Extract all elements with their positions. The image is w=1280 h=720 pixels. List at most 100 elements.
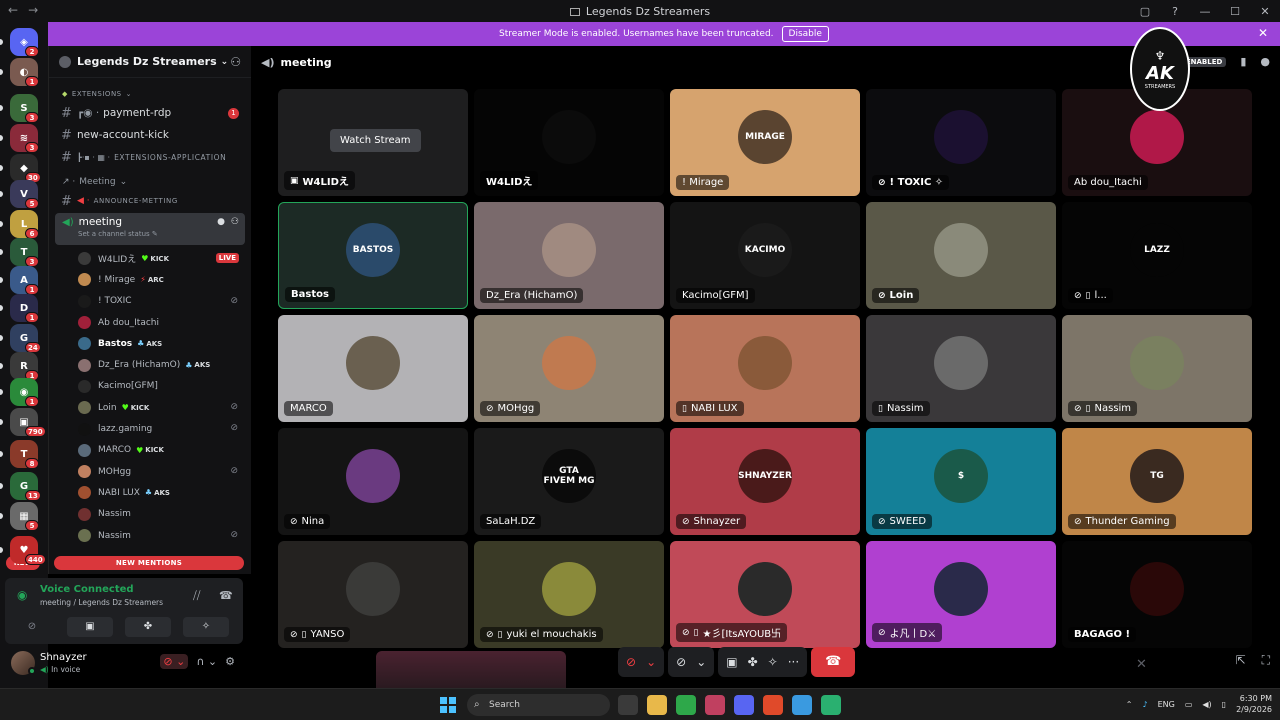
guild-header[interactable]: Legends Dz Streamers ⌄ ⚇ [49,46,251,78]
fullscreen-icon[interactable]: ⛶ [1262,653,1270,668]
participant-tile[interactable]: LAZZ ⊘ ▯ l... [1062,202,1252,309]
mic-muted-icon[interactable]: ⊘ ⌄ [160,654,189,669]
language-indicator[interactable]: ENG [1158,700,1175,709]
participant-tile[interactable]: ⊘ ▯ Nassim [1062,315,1252,422]
voice-user[interactable]: Ab dou_Itachi [49,312,251,333]
disconnect-icon[interactable]: ☎ [219,589,233,602]
discord-icon[interactable] [734,695,754,715]
voice-location[interactable]: meeting / Legends Dz Streamers [40,598,163,607]
settings-gear-icon[interactable]: ⚙ [225,655,235,668]
new-mentions-button[interactable]: NEW MENTIONS [54,556,244,570]
voice-user[interactable]: Dz_Era (HichamO) ♣ AKS [49,354,251,375]
taskbar-search[interactable]: ⌕ Search [467,694,610,716]
voice-user[interactable]: W4LIDえ ♥ KICK LIVE [49,248,251,269]
mic-muted-icon[interactable]: ⊘ [626,655,636,669]
participant-tile[interactable]: Watch Stream ▣ W4LIDえ [278,89,468,196]
soundboard-button[interactable]: ✧ [183,617,229,637]
more-icon[interactable]: ··· [788,655,799,669]
participant-tile[interactable]: Dz_Era (HichamO) [474,202,664,309]
username[interactable]: Shnayzer [40,652,87,663]
voice-channel-meeting[interactable]: ◀) meeting Set a channel status ✎ ● ⚇ [55,213,245,245]
participant-tile[interactable]: BASTOS Bastos [278,202,468,309]
volume-icon[interactable]: ◀) [1202,700,1211,709]
voice-user[interactable]: Kacimo[GFM] [49,376,251,397]
screen-share-icon[interactable]: ▣ [726,655,737,669]
xbox-icon[interactable] [676,695,696,715]
chrome-icon[interactable] [792,695,812,715]
participant-tile[interactable]: ⊘ Loin [866,202,1056,309]
headphones-icon[interactable]: ∩ ⌄ [196,655,217,668]
network-icon[interactable]: ▭ [1185,700,1193,709]
participant-tile[interactable]: ⊘ Nina [278,428,468,535]
participant-tile[interactable]: ⊘ ▯ ★彡[ItsAYOUB卐 [670,541,860,648]
popout-icon[interactable]: ⇱ [1236,653,1246,668]
participant-tile[interactable]: ▯ NABI LUX [670,315,860,422]
chat-icon[interactable]: ● [217,217,225,227]
channel-payment-rdp[interactable]: # ┏◉ · payment-rdp 1 [49,102,251,124]
participant-tile[interactable]: ⊘ MOHgg [474,315,664,422]
disconnect-button[interactable]: ☎ [811,647,856,677]
chevron-up-icon[interactable]: ⌃ [1126,700,1133,709]
brave-icon[interactable] [763,695,783,715]
participant-tile[interactable]: ⊘ ▯ YANSO [278,541,468,648]
signal-icon[interactable]: ◉ [17,588,27,602]
voice-user[interactable]: lazz.gaming ⊘ [49,418,251,439]
chevron-down-icon[interactable]: ⌄ [696,655,706,669]
camera-off-icon[interactable]: ⊘ [676,655,686,669]
category-meeting[interactable]: ↗ · Meeting ⌄ [49,174,251,190]
participant-tile[interactable]: BAGAGO ! [1062,541,1252,648]
participant-tile[interactable]: $ ⊘ SWEED [866,428,1056,535]
voice-user[interactable]: Bastos ♣ AKS [49,333,251,354]
add-user-icon[interactable]: ⚇ [231,217,239,227]
microphone-icon[interactable]: ♪ [1142,700,1147,709]
channel-new-account-kick[interactable]: # new-account-kick [49,124,251,146]
minimize-button[interactable]: — [1190,5,1220,18]
screen-share-button[interactable]: ▣ [67,617,113,637]
clock[interactable]: 6:30 PM 2/9/2026 [1236,693,1272,715]
noise-suppression-icon[interactable]: ⧸⧸ [193,589,200,603]
participant-tile[interactable]: KACIMO Kacimo[GFM] [670,202,860,309]
participant-tile[interactable]: W4LIDえ [474,89,664,196]
inbox-icon[interactable]: ▢ [1130,5,1160,18]
chat-bubble-icon[interactable]: ● [1260,55,1270,68]
activities-button[interactable]: ✤ [125,617,171,637]
file-explorer-icon[interactable] [647,695,667,715]
participant-tile[interactable]: MIRAGE ! Mirage [670,89,860,196]
participant-tile[interactable]: MARCO [278,315,468,422]
participant-tile[interactable]: ⊘ ▯ yuki el mouchakis [474,541,664,648]
app-icon[interactable] [821,695,841,715]
windows-start-icon[interactable] [440,697,456,713]
task-view-icon[interactable] [618,695,638,715]
camera-button[interactable]: ⊘ [9,617,55,637]
activities-icon[interactable]: ✤ [748,655,758,669]
maximize-button[interactable]: ☐ [1220,5,1250,18]
bookmark-icon[interactable]: ▮ [1240,55,1246,68]
channel-announce-metting[interactable]: # ◀ · announce-metting [49,190,251,212]
participant-tile[interactable]: ⊘! TOXIC ✧ [866,89,1056,196]
voice-user[interactable]: ! Mirage ⚡ ARC [49,269,251,290]
stream-preview[interactable] [376,651,566,688]
voice-user[interactable]: MARCO ♥ KICK [49,440,251,461]
invite-icon[interactable]: ⚇ [230,55,241,69]
soundboard-icon[interactable]: ✧ [768,655,778,669]
watch-stream-button[interactable]: Watch Stream [330,129,421,152]
help-icon[interactable]: ? [1160,5,1190,18]
close-window-button[interactable]: ✕ [1250,5,1280,18]
participant-tile[interactable]: TG ⊘ Thunder Gaming [1062,428,1252,535]
channel-extensions-application[interactable]: # ┣·▪ · ▦ · extensions-application [49,146,251,168]
voice-user[interactable]: Nassim [49,504,251,525]
photos-icon[interactable] [705,695,725,715]
voice-user[interactable]: MOHgg ⊘ [49,461,251,482]
voice-user[interactable]: NABI LUX ♣ AKS [49,482,251,503]
battery-icon[interactable]: ▯ [1222,700,1226,709]
participant-tile[interactable]: GTA FIVEM MG SaLaH.DZ [474,428,664,535]
close-icon[interactable]: ✕ [1258,26,1268,40]
channel-status[interactable]: Set a channel status ✎ [78,230,238,238]
participant-tile[interactable]: ⊘ よ凡丨D⚔ [866,541,1056,648]
participant-tile[interactable]: SHNAYZER ⊘ Shnayzer [670,428,860,535]
close-icon[interactable]: ✕ [1136,657,1147,672]
category-extensions[interactable]: ◆ extensions ⌄ [49,86,251,102]
participant-tile[interactable]: ▯ Nassim [866,315,1056,422]
voice-user[interactable]: Loin ♥ KICK ⊘ [49,397,251,418]
chevron-down-icon[interactable]: ⌄ [646,655,656,669]
